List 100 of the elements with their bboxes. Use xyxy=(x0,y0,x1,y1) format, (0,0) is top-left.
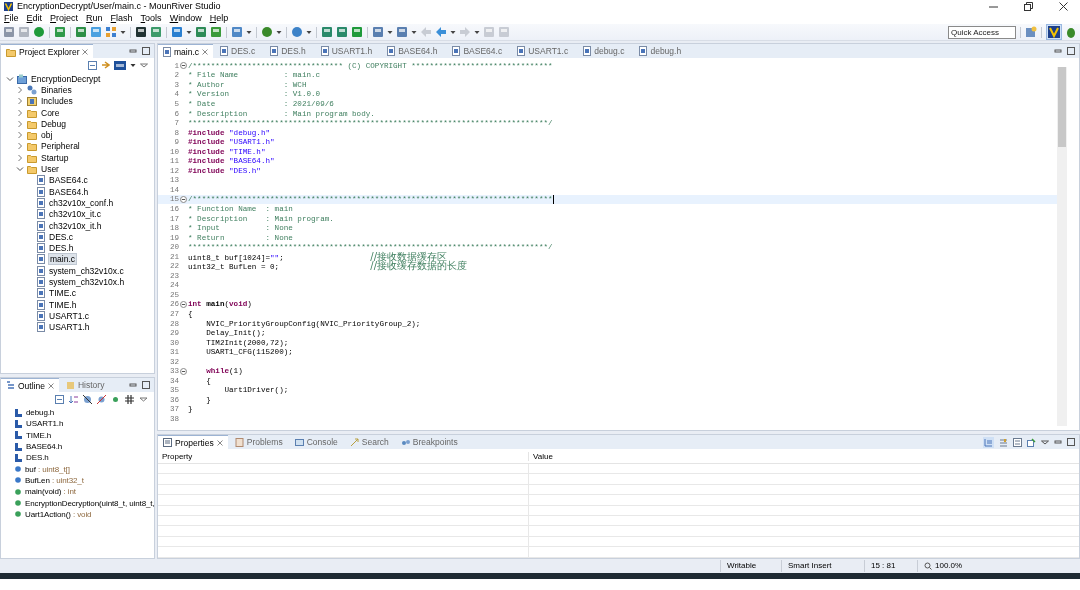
tree-item[interactable]: ch32v10x_it.h xyxy=(48,220,103,231)
menu-item[interactable]: Tools xyxy=(140,13,162,23)
outline-item[interactable]: debug.h xyxy=(26,408,55,418)
menu-item[interactable]: Run xyxy=(86,13,103,23)
tree-item[interactable]: DES.c xyxy=(48,231,75,242)
sort-icon[interactable] xyxy=(69,395,78,404)
view-tab[interactable]: Problems xyxy=(229,435,288,449)
editor-tab[interactable]: DES.h xyxy=(265,44,314,58)
view-tab[interactable]: Search xyxy=(344,435,394,449)
outline-item[interactable]: Uart1Action() : void xyxy=(25,509,92,519)
outline-item[interactable]: USART1.h xyxy=(26,419,64,429)
minimize-icon[interactable] xyxy=(1054,47,1062,55)
column-header: Property xyxy=(161,451,194,461)
editor-tab[interactable]: DES.c xyxy=(215,44,264,58)
menu-item[interactable]: Project xyxy=(50,13,79,23)
folder-icon xyxy=(6,46,16,57)
maximize-icon[interactable] xyxy=(1067,438,1075,446)
view-tab[interactable]: Console xyxy=(289,435,343,449)
editor-tab[interactable]: BASE64.h xyxy=(382,44,446,58)
tree-item[interactable]: BASE64.c xyxy=(48,175,89,186)
tree-item[interactable]: User xyxy=(40,164,60,174)
view-tab[interactable]: Outline xyxy=(1,378,59,393)
outline-item[interactable]: BASE64.h xyxy=(26,442,63,452)
file-icon xyxy=(220,46,229,56)
app-logo-icon xyxy=(4,1,13,11)
fold-icon[interactable] xyxy=(180,367,187,375)
view-tab[interactable]: History xyxy=(60,378,110,392)
minimize-icon[interactable] xyxy=(129,47,137,55)
perspective-icon[interactable] xyxy=(1025,26,1037,38)
close-icon[interactable] xyxy=(1059,1,1068,11)
filter-icon[interactable] xyxy=(114,61,126,70)
maximize-icon[interactable] xyxy=(142,47,150,55)
editor-tab[interactable]: debug.c xyxy=(578,44,633,58)
restore-icon[interactable] xyxy=(1024,1,1033,11)
file-icon xyxy=(320,46,329,56)
outline-item[interactable]: BufLen : uint32_t xyxy=(25,475,84,485)
tree-item[interactable]: ch32v10x_it.c xyxy=(48,209,102,220)
view-menu-icon[interactable] xyxy=(139,395,148,404)
tree-item[interactable]: Binaries xyxy=(40,84,73,95)
tree-item[interactable]: system_ch32v10x.h xyxy=(48,277,126,287)
fold-icon[interactable] xyxy=(180,195,187,203)
view-tab[interactable]: Project Explorer xyxy=(1,44,94,59)
view-menu-icon[interactable] xyxy=(140,61,148,70)
view-tab[interactable]: Breakpoints xyxy=(395,435,463,449)
editor-tab[interactable]: BASE64.c xyxy=(447,44,511,58)
scrollbar[interactable] xyxy=(1057,67,1067,426)
tree-item[interactable]: main.c xyxy=(48,253,78,266)
tree-item[interactable]: TIME.h xyxy=(48,299,78,310)
maximize-icon[interactable] xyxy=(1067,47,1075,55)
view-menu-icon[interactable] xyxy=(1041,438,1049,446)
editor-tab[interactable]: USART1.c xyxy=(512,44,577,58)
file-icon xyxy=(452,46,461,56)
dot-icon[interactable] xyxy=(111,395,120,404)
link-icon[interactable] xyxy=(101,61,110,70)
tree-item[interactable]: ch32v10x_conf.h xyxy=(48,197,115,208)
menu-item[interactable]: Window xyxy=(169,13,202,23)
tree-item[interactable]: USART1.c xyxy=(48,310,90,321)
quick-access-field[interactable]: Quick Access xyxy=(948,25,1016,39)
editor-tab[interactable]: USART1.h xyxy=(315,44,381,58)
tree-item[interactable]: BASE64.h xyxy=(48,186,90,197)
outline-item[interactable]: main(void) : int xyxy=(25,487,76,497)
collapse-all-icon[interactable] xyxy=(88,61,97,70)
file-icon xyxy=(270,46,279,56)
outline-item[interactable]: TIME.h xyxy=(26,430,52,440)
breakpoints-icon xyxy=(400,437,410,447)
outline-item[interactable]: EncryptionDecryption(uint8_t, uint8_t, xyxy=(25,498,154,508)
outline-icon xyxy=(6,381,15,390)
menu-item[interactable]: Edit xyxy=(26,13,43,23)
menu-item[interactable]: Help xyxy=(209,13,229,23)
folder-icon xyxy=(27,107,37,118)
file-icon xyxy=(583,46,592,56)
hash-icon[interactable] xyxy=(125,395,134,404)
grid-icon[interactable] xyxy=(105,26,117,38)
tree-item[interactable]: Includes xyxy=(40,96,74,107)
scrollbar-thumb[interactable] xyxy=(1058,67,1066,147)
editor-tab[interactable]: debug.h xyxy=(634,44,690,58)
outline-item[interactable]: DES.h xyxy=(26,453,49,463)
tree-item[interactable]: TIME.c xyxy=(48,288,77,299)
tree-item[interactable]: Core xyxy=(40,107,61,118)
view-tab[interactable]: Properties xyxy=(158,435,228,450)
fold-icon[interactable] xyxy=(180,62,187,70)
menu-item[interactable]: File xyxy=(4,13,19,23)
tree-item[interactable]: obj xyxy=(40,130,54,141)
tree-item[interactable]: Startup xyxy=(40,152,70,163)
minimize-icon[interactable] xyxy=(129,381,137,389)
collapse-all-icon[interactable] xyxy=(55,395,64,404)
tree-item[interactable]: system_ch32v10x.c xyxy=(48,265,125,276)
menu-item[interactable]: Flash xyxy=(110,13,133,23)
includes-icon xyxy=(27,96,37,107)
tree-item[interactable]: DES.h xyxy=(48,243,75,254)
tree-item[interactable]: USART1.h xyxy=(48,322,91,333)
maximize-icon[interactable] xyxy=(142,381,150,389)
tree-item[interactable]: Debug xyxy=(40,118,68,129)
tree-item[interactable]: Peripheral xyxy=(40,141,81,152)
outline-item[interactable]: buf : uint8_t[] xyxy=(25,464,70,474)
app-logo-icon[interactable] xyxy=(1048,26,1060,38)
editor-tab[interactable]: main.c xyxy=(158,44,214,59)
minimize-icon[interactable] xyxy=(1054,438,1062,446)
fold-icon[interactable] xyxy=(180,300,187,308)
tree-item[interactable]: EncryptionDecrypt xyxy=(30,73,102,84)
